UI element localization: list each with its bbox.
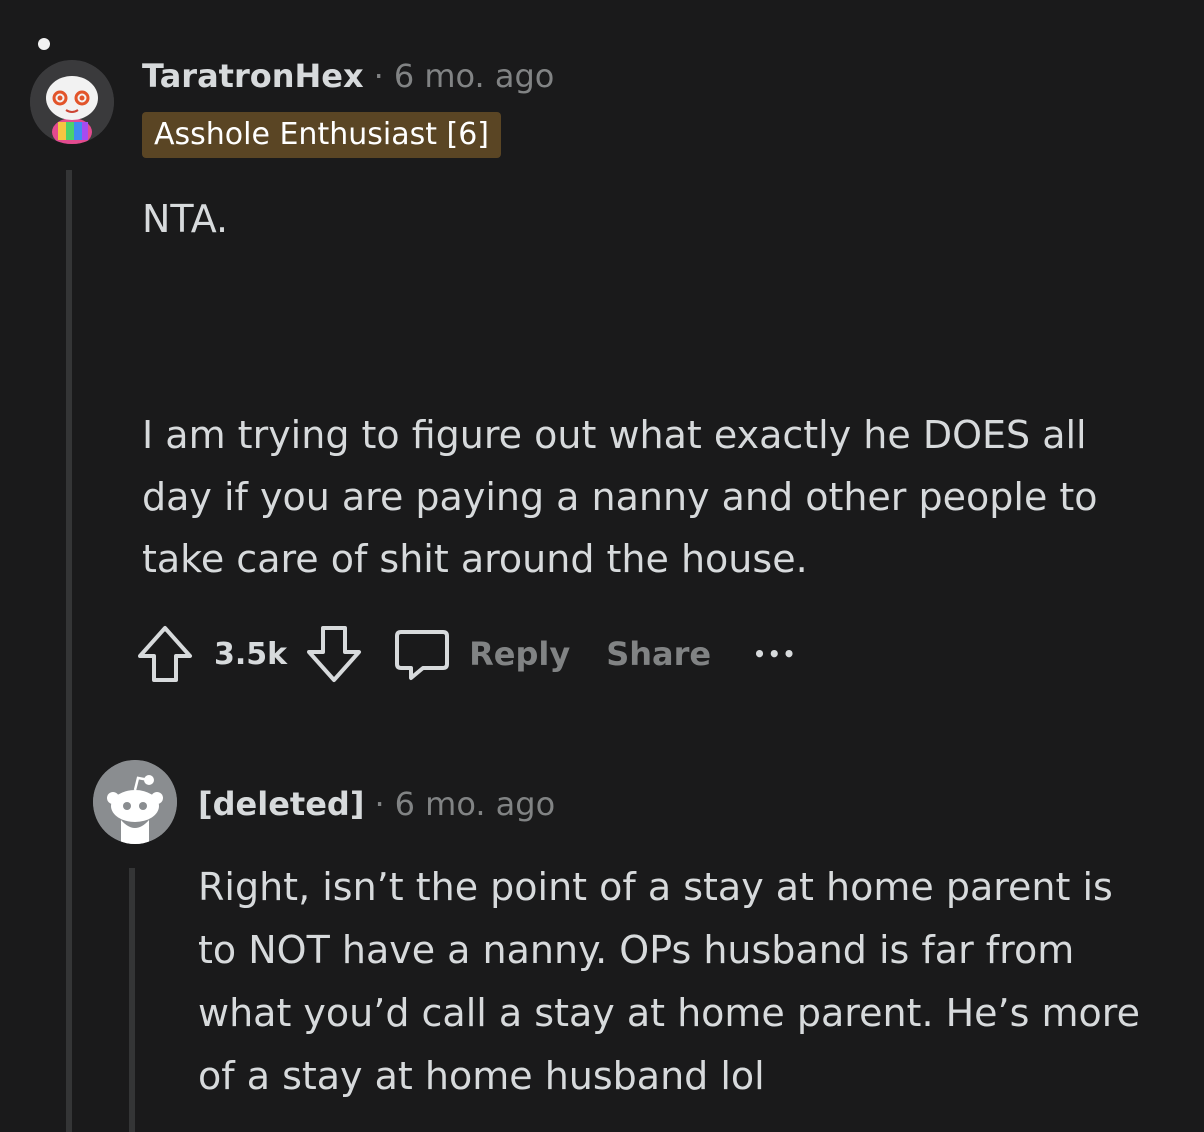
reply-meta: [deleted] · 6 mo. ago	[198, 784, 555, 824]
reply-username: [deleted]	[198, 785, 365, 823]
comment-icon	[395, 630, 450, 680]
upvote-icon	[138, 626, 192, 682]
reply-timestamp[interactable]: 6 mo. ago	[395, 785, 556, 823]
reply-label[interactable]: Reply	[469, 635, 570, 673]
meta-separator: ·	[374, 785, 385, 823]
comment-action-bar: 3.5k Reply Share •••	[136, 622, 797, 686]
downvote-icon	[307, 626, 362, 682]
comment-paragraph: NTA.	[142, 197, 229, 241]
reply-paragraph: Right, isn’t the point of a stay at home…	[198, 865, 1140, 1098]
snoo-avatar-icon	[30, 60, 114, 144]
comment-meta: TaratronHex · 6 mo. ago	[142, 56, 554, 96]
downvote-button[interactable]	[305, 624, 363, 684]
thread-line-reply[interactable]	[129, 868, 135, 1132]
share-button[interactable]: Share	[606, 635, 711, 673]
thread-line-main[interactable]	[66, 170, 72, 1132]
deleted-user-avatar[interactable]	[93, 760, 177, 844]
comment-body: NTA. I am trying to figure out what exac…	[142, 188, 1142, 590]
user-flair: Asshole Enthusiast [6]	[142, 112, 502, 158]
comment-username[interactable]: TaratronHex	[142, 57, 364, 95]
reply-button[interactable]: Reply	[393, 624, 570, 684]
avatar-antenna	[38, 38, 50, 50]
comment-timestamp[interactable]: 6 mo. ago	[394, 57, 555, 95]
reply-body: Right, isn’t the point of a stay at home…	[198, 856, 1158, 1108]
more-icon[interactable]: •••	[753, 642, 797, 666]
comment-paragraph: I am trying to figure out what exactly h…	[142, 413, 1098, 581]
upvote-button[interactable]	[136, 624, 194, 684]
user-avatar[interactable]	[30, 60, 114, 144]
meta-separator: ·	[373, 57, 384, 95]
deleted-avatar-icon	[93, 760, 177, 844]
vote-count: 3.5k	[214, 636, 288, 672]
